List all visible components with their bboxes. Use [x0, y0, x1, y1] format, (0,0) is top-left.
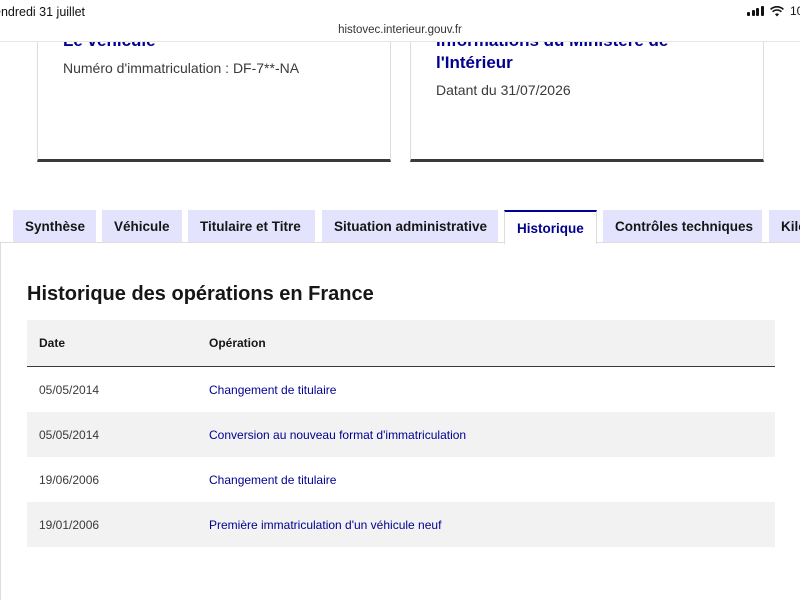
operations-table: Date Opération 05/05/2014 Changement de … [27, 320, 775, 547]
wifi-icon [770, 5, 784, 16]
tab-kilometrage[interactable]: Kilométrage [769, 210, 800, 242]
row-date: 19/01/2006 [39, 518, 100, 532]
table-row: 19/01/2006 Première immatriculation d'un… [27, 502, 775, 547]
column-header-date: Date [39, 336, 66, 350]
status-indicators: 100 [747, 4, 800, 18]
tab-situation-administrative[interactable]: Situation administrative [322, 210, 498, 242]
address-bar-url[interactable]: histovec.interieur.gouv.fr [0, 24, 800, 36]
table-row: 05/05/2014 Changement de titulaire [27, 367, 775, 412]
tab-synthese[interactable]: Synthèse [13, 210, 96, 242]
status-bar: endredi 31 juillet histovec.interieur.go… [0, 0, 800, 42]
battery-percentage: 100 [789, 4, 800, 18]
tab-historique[interactable]: Historique [504, 210, 597, 244]
table-row: 19/06/2006 Changement de titulaire [27, 457, 775, 502]
registration-number: Numéro d'immatriculation : DF-7**-NA [63, 60, 300, 76]
row-operation: Première immatriculation d'un véhicule n… [209, 518, 442, 532]
section-title: Historique des opérations en France [27, 283, 374, 305]
row-operation: Changement de titulaire [209, 473, 337, 487]
tab-controles-techniques[interactable]: Contrôles techniques [603, 210, 762, 242]
vehicle-card: Le véhicule Numéro d'immatriculation : D… [37, 31, 391, 162]
row-date: 05/05/2014 [39, 428, 100, 442]
column-header-operation: Opération [209, 336, 266, 350]
tab-vehicule[interactable]: Véhicule [102, 210, 182, 242]
row-operation: Conversion au nouveau format d'immatricu… [209, 428, 467, 442]
tab-titulaire-titre[interactable]: Titulaire et Titre [188, 210, 315, 242]
historique-panel: Historique des opérations en France Date… [0, 243, 800, 600]
row-date: 05/05/2014 [39, 383, 100, 397]
table-header: Date Opération [27, 320, 775, 367]
row-operation: Changement de titulaire [209, 383, 337, 397]
report-date: Datant du 31/07/2026 [436, 82, 571, 98]
tab-bar: Synthèse Véhicule Titulaire et Titre Sit… [0, 210, 800, 244]
cellular-signal-icon [747, 6, 764, 16]
status-time: endredi 31 juillet [0, 5, 86, 19]
table-row: 05/05/2014 Conversion au nouveau format … [27, 412, 775, 457]
ministry-info-card: Informations du Ministère de l'Intérieur… [410, 31, 764, 162]
row-date: 19/06/2006 [39, 473, 100, 487]
